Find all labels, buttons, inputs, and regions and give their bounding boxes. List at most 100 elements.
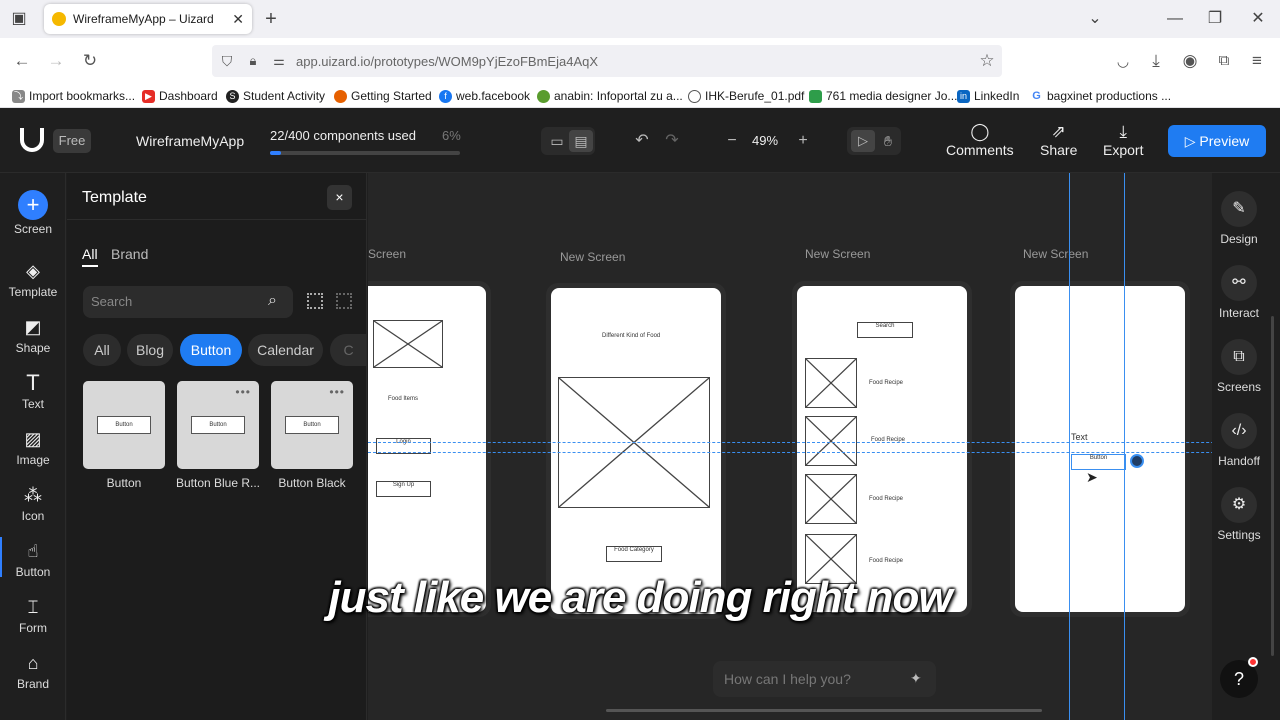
share-button[interactable]: ⇗ Share — [1040, 123, 1077, 158]
project-name[interactable]: WireframeMyApp — [136, 133, 244, 149]
bookmark-ihk[interactable]: IHK-Berufe_01.pdf — [688, 86, 804, 106]
screen-frame[interactable]: Text Button — [1010, 281, 1190, 617]
bookmark-bagxinet[interactable]: Gbagxinet productions ... — [1030, 86, 1171, 106]
restore-icon[interactable]: ❐ — [1204, 8, 1226, 30]
undo-icon[interactable]: ↶ — [630, 130, 654, 152]
bookmark-facebook[interactable]: f web.facebook — [439, 86, 530, 106]
rail-text[interactable]: T Text — [0, 372, 66, 412]
rail-interact[interactable]: ⚯ Interact — [1212, 265, 1266, 320]
panel-close-button[interactable]: × — [327, 185, 352, 210]
image-placeholder[interactable] — [805, 358, 857, 408]
vertical-scrollbar[interactable] — [1271, 316, 1274, 656]
food-category-button[interactable]: Food Category — [606, 546, 662, 562]
mobile-view-icon[interactable]: ▤ — [569, 130, 593, 152]
screen-frame[interactable]: Search Food Recipe Food Recipe Food Reci… — [792, 281, 972, 617]
pointer-tool-icon[interactable]: ▷ — [851, 130, 875, 152]
template-card[interactable]: ••• Button — [271, 381, 353, 469]
more-options-icon[interactable]: ••• — [235, 385, 251, 399]
screen-label[interactable]: New Screen — [805, 247, 870, 261]
zoom-in-button[interactable]: + — [791, 130, 815, 152]
template-search-input[interactable]: Search — [83, 286, 293, 318]
rail-image[interactable]: ▨ Image — [0, 428, 66, 467]
web-view-icon[interactable]: ▭ — [545, 130, 569, 152]
screen-label[interactable]: New Screen — [560, 250, 625, 264]
rail-design[interactable]: ✎ Design — [1212, 191, 1266, 246]
back-icon[interactable]: ← — [11, 50, 33, 72]
window-close-icon[interactable]: ✕ — [1247, 8, 1269, 30]
menu-icon[interactable]: ≡ — [1246, 50, 1268, 72]
rail-settings[interactable]: ⚙ Settings — [1212, 487, 1266, 542]
wireframe-text[interactable]: Food Recipe — [869, 558, 903, 564]
screen-label[interactable]: New Screen — [1023, 247, 1088, 261]
rail-screen[interactable]: + Screen — [0, 190, 66, 236]
tab-overflow-icon[interactable]: ⌄ — [1084, 8, 1106, 30]
wireframe-text[interactable]: Food Items — [388, 396, 418, 402]
rail-brand[interactable]: ⌂ Brand — [0, 652, 66, 691]
pocket-icon[interactable]: ◡ — [1112, 50, 1134, 72]
forward-icon[interactable]: → — [45, 50, 67, 72]
zoom-level[interactable]: 49% — [752, 133, 778, 148]
rail-handoff[interactable]: ‹/› Handoff — [1212, 413, 1266, 468]
rail-shape[interactable]: ◩ Shape — [0, 316, 66, 355]
wireframe-text[interactable]: Different Kind of Food — [602, 333, 660, 339]
screen-frame[interactable]: Different Kind of Food Food Category — [546, 283, 726, 619]
search-box[interactable]: Search — [857, 322, 913, 338]
comments-button[interactable]: ◯ Comments — [946, 123, 1014, 158]
screen-label[interactable]: Screen — [368, 247, 406, 261]
extensions-icon[interactable]: ⧉ — [1213, 50, 1235, 72]
close-tab-icon[interactable]: ✕ — [232, 11, 244, 28]
chip-blog[interactable]: Blog — [127, 334, 173, 366]
ai-assistant-input[interactable]: How can I help you? — [713, 661, 936, 697]
plan-badge[interactable]: Free — [53, 129, 91, 153]
chip-more[interactable]: C — [330, 334, 367, 366]
image-placeholder[interactable] — [805, 474, 857, 524]
rail-screens[interactable]: ⧉ Screens — [1212, 339, 1266, 394]
new-tab-button[interactable]: + — [260, 8, 282, 30]
resize-handle[interactable] — [1130, 454, 1144, 468]
minimize-icon[interactable]: — — [1164, 8, 1186, 30]
preview-button[interactable]: ▷ Preview — [1168, 125, 1266, 157]
wireframe-text[interactable]: Food Recipe — [869, 380, 903, 386]
template-card[interactable]: Button — [83, 381, 165, 469]
export-button[interactable]: ⤓ Export — [1103, 123, 1143, 158]
bookmark-star-icon[interactable]: ☆ — [976, 50, 998, 72]
bookmark-dashboard[interactable]: ▶ Dashboard — [142, 86, 218, 106]
zoom-out-button[interactable]: − — [720, 130, 744, 152]
bookmark-getting-started[interactable]: Getting Started — [334, 86, 432, 106]
sparkle-icon[interactable]: ✦ — [910, 670, 922, 687]
reload-icon[interactable]: ↻ — [79, 50, 101, 72]
lock-icon[interactable]: 🔒︎ — [242, 50, 264, 72]
chip-all[interactable]: All — [83, 334, 121, 366]
tab-list-icon[interactable]: ▣ — [8, 8, 30, 30]
template-card[interactable]: ••• Button — [177, 381, 259, 469]
more-options-icon[interactable]: ••• — [329, 385, 345, 399]
list-view-icon[interactable] — [336, 293, 352, 309]
tab-all[interactable]: All — [82, 246, 98, 267]
bookmark-media-designer[interactable]: 761 media designer Jo... — [809, 86, 957, 106]
screen-frame[interactable]: Food Items Login Sign Up — [368, 281, 491, 617]
browser-tab[interactable]: WireframeMyApp – Uizard ✕ — [44, 4, 252, 34]
image-placeholder[interactable] — [805, 416, 857, 466]
uizard-logo[interactable] — [20, 128, 44, 152]
permissions-icon[interactable]: ⚌ — [268, 50, 290, 72]
bookmark-student-activity[interactable]: S Student Activity — [226, 86, 325, 106]
wireframe-text[interactable]: Food Recipe — [869, 496, 903, 502]
selected-button[interactable]: Button — [1071, 454, 1126, 470]
account-icon[interactable]: ◉ — [1179, 50, 1201, 72]
downloads-icon[interactable]: ⤓ — [1145, 50, 1167, 72]
redo-icon[interactable]: ↷ — [660, 130, 684, 152]
design-canvas[interactable]: Screen Food Items Login Sign Up New Scre… — [368, 173, 1212, 720]
chip-calendar[interactable]: Calendar — [248, 334, 323, 366]
bookmark-linkedin[interactable]: in LinkedIn — [957, 86, 1019, 106]
wireframe-text[interactable]: Text — [1071, 432, 1088, 442]
bookmark-anabin[interactable]: anabin: Infoportal zu a... — [537, 86, 683, 106]
grid-view-icon[interactable] — [307, 293, 323, 309]
hand-tool-icon[interactable]: ✋︎ — [876, 130, 900, 152]
signup-button[interactable]: Sign Up — [376, 481, 431, 497]
chip-button[interactable]: Button — [180, 334, 242, 366]
rail-icon[interactable]: ⁂ Icon — [0, 484, 66, 523]
search-icon[interactable]: ⌕ — [268, 292, 277, 310]
image-placeholder[interactable] — [373, 320, 443, 368]
bookmark-import[interactable]: ⤵ Import bookmarks... — [12, 86, 135, 106]
shield-icon[interactable]: ⛉ — [216, 50, 238, 72]
